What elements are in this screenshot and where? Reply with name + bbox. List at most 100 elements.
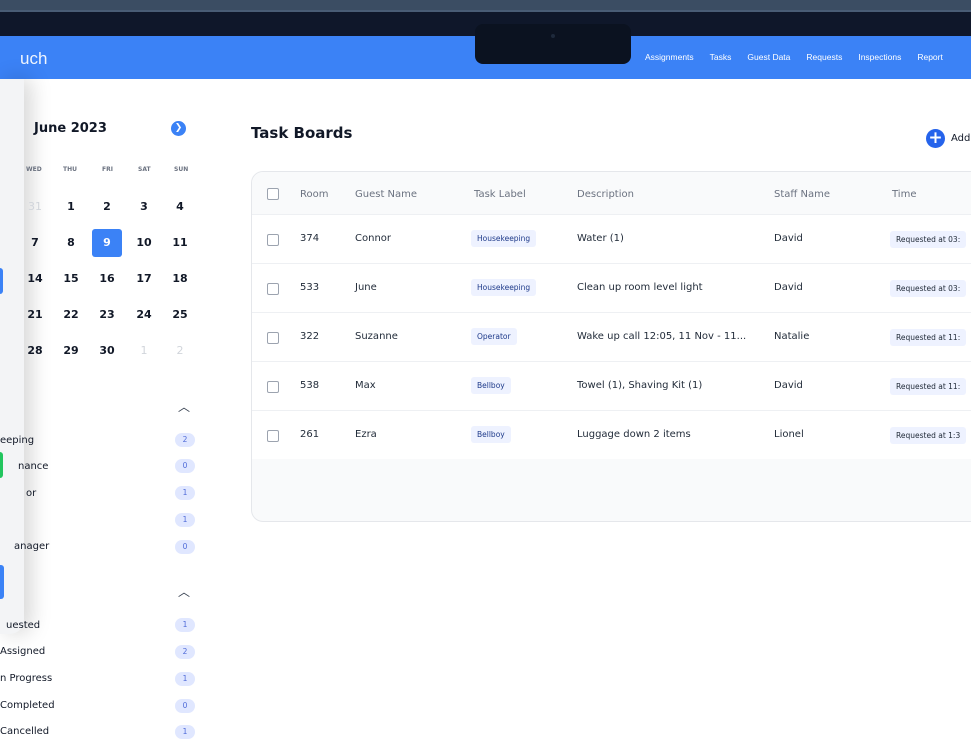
staff-name-cell: David	[774, 380, 803, 391]
count-badge: 1	[175, 513, 195, 527]
status-filter[interactable]: n Progress	[0, 673, 52, 684]
task-label-badge: Housekeeping	[471, 230, 537, 247]
calendar-day[interactable]: 8	[56, 229, 86, 257]
room-cell: 261	[300, 429, 320, 440]
column-header[interactable]: Room	[300, 189, 328, 200]
table-row[interactable]: 374 Connor Housekeeping Water (1) David Reque…	[252, 214, 971, 263]
chevron-up-icon[interactable]: ︿	[178, 398, 190, 415]
weekday-label: THU	[63, 166, 77, 173]
calendar-day[interactable]: 16	[92, 265, 122, 293]
nav-requests[interactable]: Requests	[806, 52, 842, 62]
room-cell: 374	[300, 233, 320, 244]
calendar-day[interactable]: 15	[56, 265, 86, 293]
calendar-day[interactable]: 28	[20, 337, 50, 365]
calendar-day[interactable]: 11	[165, 229, 195, 257]
column-header[interactable]: Description	[577, 189, 634, 200]
task-table: Room Guest Name Task Label Description S…	[251, 171, 971, 522]
calendar-next-icon[interactable]: ❯	[171, 121, 186, 136]
time-badge: Requested at 03:	[890, 231, 967, 248]
add-task-button[interactable]: + Add	[926, 129, 970, 148]
top-nav: Assignments Tasks Guest Data Requests In…	[645, 52, 943, 62]
count-badge: 1	[175, 725, 195, 739]
calendar-day[interactable]: 9	[92, 229, 122, 257]
category-filter[interactable]: anager	[14, 541, 49, 552]
calendar-day[interactable]: 24	[129, 301, 159, 329]
count-badge: 1	[175, 672, 195, 686]
calendar-day[interactable]: 30	[92, 337, 122, 365]
staff-name-cell: Natalie	[774, 331, 810, 342]
calendar-month-title: June 2023	[34, 121, 107, 136]
time-badge: Requested at 1:3	[890, 427, 967, 444]
calendar-day[interactable]: 21	[20, 301, 50, 329]
table-row[interactable]: 322 Suzanne Operator Wake up call 12:05, 11…	[252, 312, 971, 361]
column-header[interactable]: Time	[892, 189, 916, 200]
status-filter[interactable]: Assigned	[0, 646, 45, 657]
description-cell: Water (1)	[577, 233, 624, 244]
calendar-day[interactable]: 25	[165, 301, 195, 329]
category-filter[interactable]: or	[26, 488, 36, 499]
weekday-label: SUN	[174, 166, 189, 173]
count-badge: 1	[175, 618, 195, 632]
row-checkbox[interactable]	[267, 332, 279, 344]
guest-name-cell: June	[355, 282, 377, 293]
count-badge: 2	[175, 433, 195, 447]
table-row[interactable]: 538 Max Bellboy Towel (1), Shaving Kit (1) D…	[252, 361, 971, 410]
task-label-badge: Bellboy	[471, 377, 511, 394]
plus-icon: +	[926, 129, 945, 148]
nav-inspections[interactable]: Inspections	[858, 52, 901, 62]
category-filter[interactable]: nance	[18, 461, 48, 472]
nav-assignments[interactable]: Assignments	[645, 52, 694, 62]
room-cell: 538	[300, 380, 320, 391]
category-filter[interactable]: eeping	[0, 435, 34, 446]
calendar-day[interactable]: 1	[129, 337, 159, 365]
calendar-day[interactable]: 31	[20, 193, 50, 221]
row-checkbox[interactable]	[267, 381, 279, 393]
status-filter[interactable]: uested	[6, 620, 40, 631]
device-notch	[475, 24, 631, 64]
calendar-day[interactable]: 10	[129, 229, 159, 257]
nav-guest-data[interactable]: Guest Data	[747, 52, 790, 62]
row-checkbox[interactable]	[267, 234, 279, 246]
column-header[interactable]: Staff Name	[774, 189, 830, 200]
guest-name-cell: Max	[355, 380, 376, 391]
calendar-day[interactable]: 14	[20, 265, 50, 293]
guest-name-cell: Connor	[355, 233, 392, 244]
description-cell: Towel (1), Shaving Kit (1)	[577, 380, 703, 391]
calendar-day[interactable]: 23	[92, 301, 122, 329]
weekday-label: WED	[26, 166, 42, 173]
nav-report[interactable]: Report	[917, 52, 943, 62]
table-row[interactable]: 533 June Housekeeping Clean up room level l…	[252, 263, 971, 312]
guest-name-cell: Ezra	[355, 429, 377, 440]
table-header: Room Guest Name Task Label Description S…	[252, 172, 971, 214]
calendar-day[interactable]: 29	[56, 337, 86, 365]
row-checkbox[interactable]	[267, 430, 279, 442]
chevron-up-icon[interactable]: ︿	[178, 583, 190, 600]
select-all-checkbox[interactable]	[267, 188, 279, 200]
time-badge: Requested at 11:	[890, 378, 967, 395]
calendar-day[interactable]: 18	[165, 265, 195, 293]
calendar-day[interactable]: 2	[165, 337, 195, 365]
calendar-day[interactable]: 17	[129, 265, 159, 293]
calendar-day[interactable]: 1	[56, 193, 86, 221]
calendar-day[interactable]: 22	[56, 301, 86, 329]
column-header[interactable]: Guest Name	[355, 189, 417, 200]
status-filter[interactable]: Cancelled	[0, 726, 49, 737]
nav-tasks[interactable]: Tasks	[710, 52, 732, 62]
staff-name-cell: David	[774, 282, 803, 293]
staff-name-cell: Lionel	[774, 429, 804, 440]
calendar-day[interactable]: 3	[129, 193, 159, 221]
calendar-day[interactable]: 2	[92, 193, 122, 221]
status-filter[interactable]: Completed	[0, 700, 55, 711]
calendar-day[interactable]: 4	[165, 193, 195, 221]
calendar-day[interactable]: 7	[20, 229, 50, 257]
weekday-label: SAT	[138, 166, 151, 173]
row-checkbox[interactable]	[267, 283, 279, 295]
time-badge: Requested at 03:	[890, 280, 967, 297]
description-cell: Wake up call 12:05, 11 Nov - 11...	[577, 331, 747, 342]
description-cell: Luggage down 2 items	[577, 429, 691, 440]
add-label: Add	[951, 133, 971, 144]
table-row[interactable]: 261 Ezra Bellboy Luggage down 2 items Lionel…	[252, 410, 971, 459]
column-header[interactable]: Task Label	[474, 189, 526, 200]
count-badge: 0	[175, 699, 195, 713]
guest-name-cell: Suzanne	[355, 331, 398, 342]
